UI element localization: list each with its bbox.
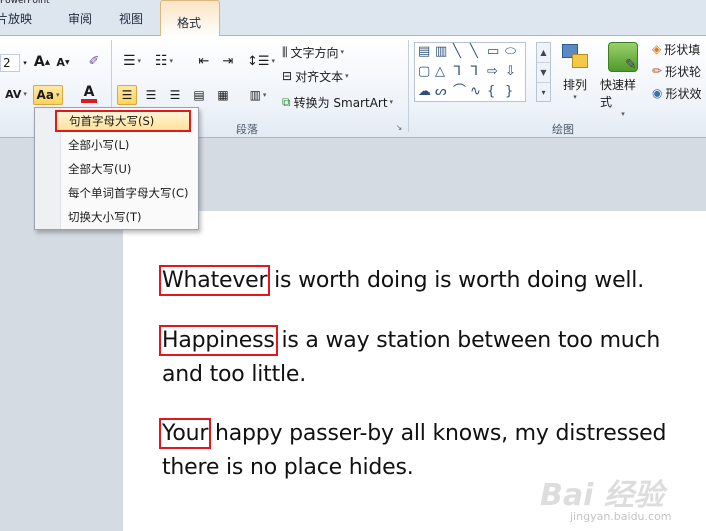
menu-item-capitalize-each-word[interactable]: 每个单词首字母大写(C) xyxy=(35,182,198,204)
shape-curve-icon[interactable]: ᔕ xyxy=(435,85,447,99)
paragraph-2[interactable]: Happiness is a way station between too m… xyxy=(159,324,702,392)
highlight-box-whatever: Whatever xyxy=(158,265,271,296)
align-right-icon[interactable]: ☰ xyxy=(165,85,185,105)
text-direction-icon: ⫼ xyxy=(282,44,288,59)
shape-oval-icon[interactable]: ⬭ xyxy=(505,45,516,59)
distribute-icon[interactable]: ▦ xyxy=(213,85,233,105)
shape-cloud-icon[interactable]: ☁ xyxy=(418,85,431,99)
shape-arrow-icon[interactable]: ⇨ xyxy=(487,65,498,79)
text-direction-button[interactable]: ⫼ 文字方向 ▾ xyxy=(282,42,372,62)
shape-line2-icon[interactable]: ╲ xyxy=(470,45,478,59)
menu-item-lowercase[interactable]: 全部小写(L) xyxy=(35,134,198,156)
shape-rect-icon[interactable]: ▭ xyxy=(487,45,499,59)
tab-format-label: 格式 xyxy=(177,16,202,30)
drawing-group-label: 绘图 xyxy=(552,123,574,136)
paragraph-group-label: 段落 xyxy=(236,123,258,136)
shape-fill-button[interactable]: ◈ 形状填 xyxy=(652,40,706,58)
columns-icon[interactable]: ▥ ▾ xyxy=(244,85,272,105)
window-title: PowerPoint xyxy=(0,0,50,6)
arrange-icon xyxy=(560,42,590,72)
font-size-field[interactable]: 2 xyxy=(0,54,20,72)
font-color-button[interactable]: A xyxy=(74,83,104,105)
shape-down-arrow-icon[interactable]: ⇩ xyxy=(505,65,516,79)
arrange-button[interactable]: 排列 ▾ xyxy=(558,42,592,101)
bullets-icon[interactable]: ☰ ▾ xyxy=(118,50,146,72)
align-center-icon[interactable]: ☰ xyxy=(141,85,161,105)
quick-styles-button[interactable]: ✎ 快速样式 ▾ xyxy=(600,42,646,118)
numbering-icon[interactable]: ☷ ▾ xyxy=(150,50,178,72)
pen-icon: ✏ xyxy=(652,64,663,78)
shape-wave-icon[interactable]: ∿ xyxy=(470,85,481,99)
shapes-gallery[interactable]: ▤ ▥ ╲ ╲ ▭ ⬭ ▢ △ ᒣ ᒣ ⇨ ⇩ ☁ ᔕ ⌒ ∿ { } xyxy=(414,42,526,102)
change-case-menu: 句首字母大写(S) 全部小写(L) 全部大写(U) 每个单词首字母大写(C) 切… xyxy=(34,107,199,230)
paragraph-dialog-launcher-icon[interactable]: ↘ xyxy=(394,122,404,132)
menu-item-sentence-case[interactable]: 句首字母大写(S) xyxy=(55,110,191,132)
shape-brace-left-icon[interactable]: { xyxy=(487,85,495,99)
change-case-button[interactable]: Aa ▾ xyxy=(33,85,63,105)
clear-format-icon[interactable]: ✐ xyxy=(84,50,104,72)
increase-indent-icon[interactable]: ⇥ xyxy=(218,50,238,72)
align-text-button[interactable]: ⊟ 对齐文本 ▾ xyxy=(282,66,372,86)
menu-item-uppercase[interactable]: 全部大写(U) xyxy=(35,158,198,180)
justify-icon[interactable]: ▤ xyxy=(189,85,209,105)
tab-slideshow[interactable]: 片放映 xyxy=(0,10,32,27)
tab-review[interactable]: 审阅 xyxy=(68,10,92,27)
shape-outline-button[interactable]: ✏ 形状轮 xyxy=(652,62,706,80)
shape-elbow2-icon[interactable]: ᒣ xyxy=(470,65,478,79)
watermark-url: jingyan.baidu.com xyxy=(570,510,672,523)
shape-effects-button[interactable]: ◉ 形状效 xyxy=(652,84,706,102)
highlight-box-happiness: Happiness xyxy=(159,325,278,356)
shape-line-icon[interactable]: ╲ xyxy=(453,45,461,59)
shape-triangle-icon[interactable]: △ xyxy=(435,65,445,79)
gallery-more-icon[interactable]: ▾ xyxy=(537,83,550,103)
quick-styles-icon: ✎ xyxy=(608,42,638,73)
menu-item-toggle-case[interactable]: 切换大小写(T) xyxy=(35,206,198,228)
shape-roundrect-icon[interactable]: ▢ xyxy=(418,65,430,79)
font-color-bar xyxy=(81,99,97,103)
shrink-font-button[interactable]: A ▼ xyxy=(55,52,71,72)
shape-textbox-icon[interactable]: ▤ xyxy=(418,45,430,59)
effects-icon: ◉ xyxy=(652,86,663,100)
gallery-scroller[interactable]: ▲ ▼ ▾ xyxy=(536,42,551,102)
line-spacing-icon[interactable]: ↕☰ ▾ xyxy=(247,50,275,72)
ribbon-tab-bar: PowerPoint 片放映 审阅 视图 格式 xyxy=(0,0,706,37)
convert-smartart-button[interactable]: ⧉ 转换为 SmartArt ▾ xyxy=(282,92,406,112)
char-spacing-button[interactable]: AV ▾ xyxy=(4,84,28,104)
shape-brace-right-icon[interactable]: } xyxy=(505,85,513,99)
align-text-icon: ⊟ xyxy=(282,69,293,83)
smartart-icon: ⧉ xyxy=(282,94,291,109)
tab-view[interactable]: 视图 xyxy=(119,10,143,27)
shape-elbow-icon[interactable]: ᒣ xyxy=(453,65,461,79)
watermark-logo: Bai 经验 xyxy=(540,478,664,513)
highlight-box-your: Your xyxy=(158,418,212,449)
paragraph-1[interactable]: Whatever is worth doing is worth doing w… xyxy=(158,264,702,298)
grow-font-button[interactable]: A ▲ xyxy=(33,52,51,72)
shape-vtextbox-icon[interactable]: ▥ xyxy=(435,45,447,59)
font-size-dropdown-icon[interactable]: ▾ xyxy=(21,54,29,72)
shape-arc-icon[interactable]: ⌒ xyxy=(453,85,466,99)
tab-format[interactable]: 格式 xyxy=(160,0,220,37)
gallery-up-icon[interactable]: ▲ xyxy=(537,43,550,63)
align-left-icon[interactable]: ☰ xyxy=(117,85,137,105)
decrease-indent-icon[interactable]: ⇤ xyxy=(194,50,214,72)
paint-bucket-icon: ◈ xyxy=(652,42,662,56)
gallery-down-icon[interactable]: ▼ xyxy=(537,63,550,83)
paragraph-1-text: is worth doing is worth doing well. xyxy=(267,268,645,293)
